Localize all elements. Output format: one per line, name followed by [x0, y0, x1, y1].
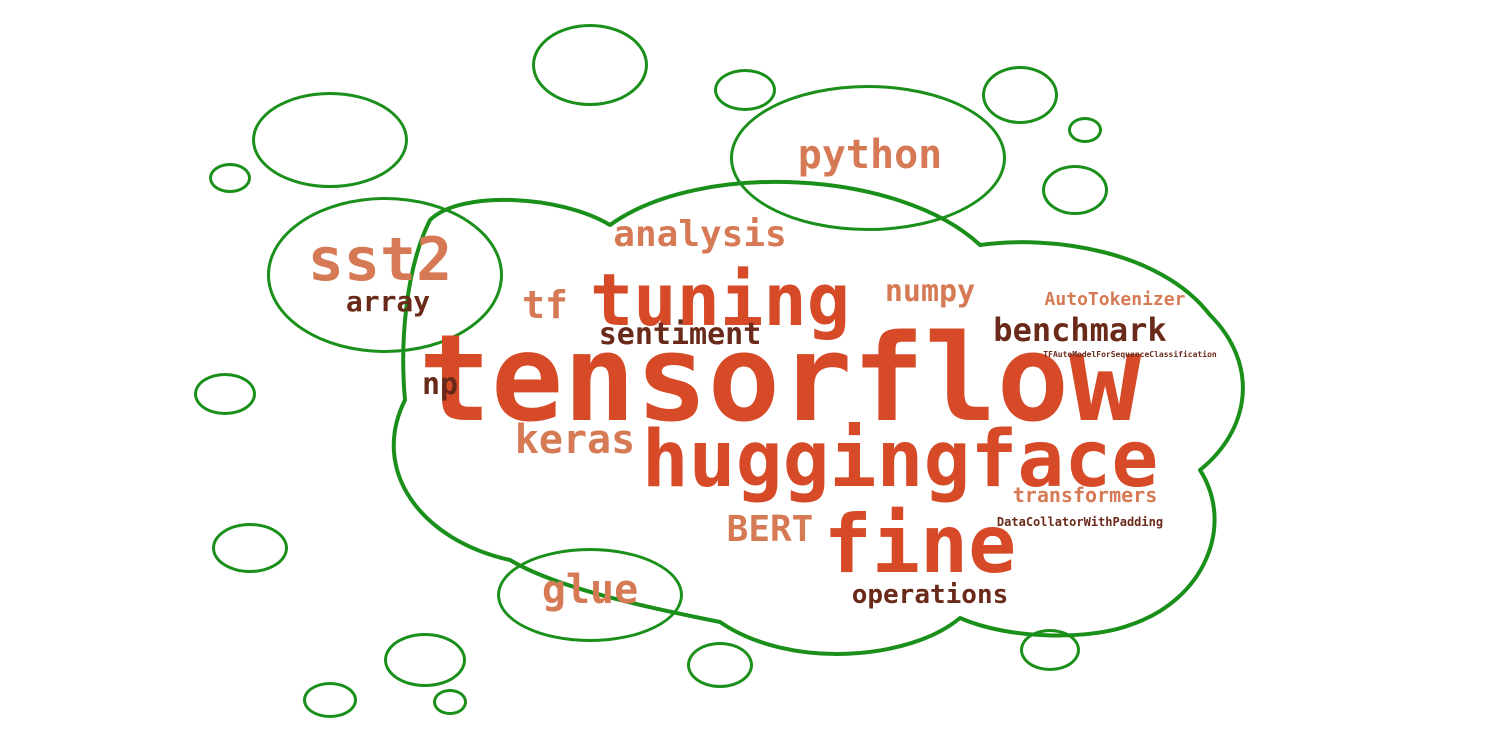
word-python: python: [798, 135, 943, 175]
contour-bubble: [303, 682, 357, 718]
word-tf: tf: [522, 286, 568, 324]
word-tfautomodelforsequenceclassification: TFAutoModelForSequenceClassification: [1043, 351, 1216, 359]
contour-bubble: [687, 642, 753, 688]
word-autotokenizer: AutoTokenizer: [1045, 291, 1186, 309]
word-sst2: sst2: [308, 230, 453, 290]
word-glue: glue: [542, 570, 638, 610]
word-analysis: analysis: [613, 217, 786, 253]
contour-bubble: [532, 24, 648, 106]
wordcloud-canvas: tensorflowhuggingfacefinetuningsst2pytho…: [0, 0, 1500, 750]
contour-bubble: [1068, 117, 1102, 143]
contour-bubble: [1042, 165, 1108, 215]
contour-bubble: [252, 92, 408, 188]
word-operations: operations: [852, 582, 1009, 608]
contour-bubble: [714, 69, 776, 111]
word-transformers: transformers: [1013, 485, 1158, 505]
contour-bubble: [982, 66, 1058, 124]
word-array: array: [346, 288, 430, 316]
contour-bubble: [384, 633, 466, 687]
word-keras: keras: [515, 420, 635, 460]
contour-bubble: [1020, 629, 1080, 671]
contour-bubble: [209, 163, 251, 193]
contour-bubble: [433, 689, 467, 715]
word-np: np: [422, 370, 458, 400]
word-datacollatorwithpadding: DataCollatorWithPadding: [997, 516, 1163, 528]
word-numpy: numpy: [885, 277, 975, 307]
contour-bubble: [212, 523, 288, 573]
word-bert: BERT: [727, 512, 814, 548]
word-fine: fine: [824, 505, 1017, 585]
contour-bubble: [194, 373, 256, 415]
word-benchmark: benchmark: [993, 314, 1166, 346]
word-sentiment: sentiment: [599, 320, 762, 350]
